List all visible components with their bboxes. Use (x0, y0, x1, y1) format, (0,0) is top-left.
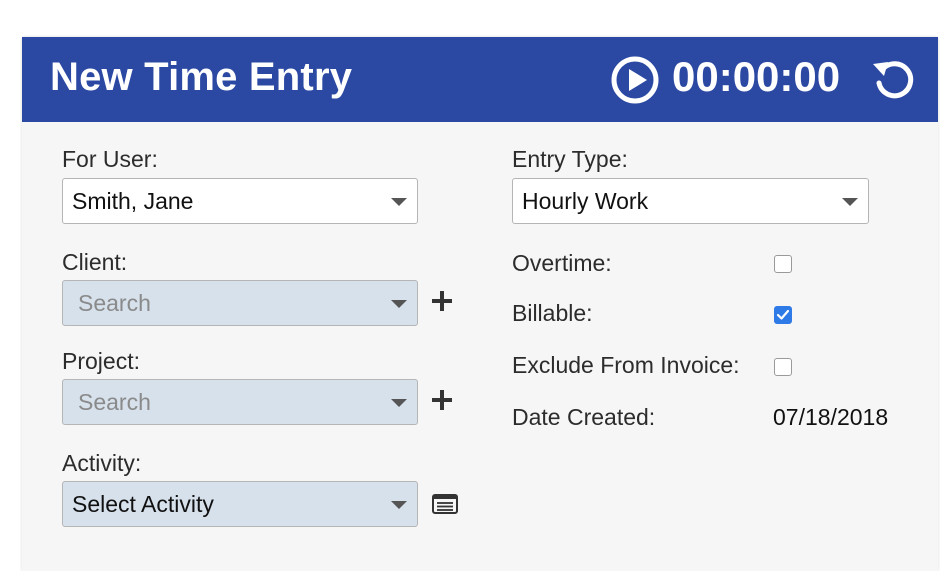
entry-type-label: Entry Type: (512, 146, 628, 172)
play-circle-icon[interactable] (610, 55, 660, 105)
date-created-value: 07/18/2018 (773, 404, 889, 430)
client-select-placeholder: Search (78, 290, 151, 316)
chevron-down-icon (391, 399, 407, 407)
billable-checkbox[interactable] (774, 306, 792, 324)
overtime-label: Overtime: (512, 250, 612, 276)
chevron-down-icon (391, 198, 407, 206)
add-project-icon[interactable] (432, 390, 452, 410)
billable-label: Billable: (512, 300, 593, 326)
timer-display: 00:00:00 (672, 53, 841, 100)
activity-list-icon[interactable] (432, 494, 458, 514)
reset-icon[interactable] (870, 56, 916, 102)
exclude-invoice-checkbox[interactable] (774, 358, 792, 376)
activity-label: Activity: (62, 450, 142, 476)
client-label: Client: (62, 249, 128, 275)
entry-type-select-value: Hourly Work (522, 188, 649, 214)
chevron-down-icon (391, 300, 407, 308)
page-title: New Time Entry (50, 55, 353, 99)
date-created-label: Date Created: (512, 404, 656, 430)
client-select[interactable]: Search (62, 280, 418, 326)
activity-select[interactable]: Select Activity (62, 481, 418, 527)
activity-select-value: Select Activity (72, 491, 214, 517)
chevron-down-icon (842, 198, 858, 206)
exclude-invoice-label: Exclude From Invoice: (512, 352, 740, 378)
user-label: For User: (62, 146, 158, 172)
entry-type-select[interactable]: Hourly Work (512, 178, 869, 224)
project-select-placeholder: Search (78, 389, 151, 415)
overtime-checkbox[interactable] (774, 255, 792, 273)
time-entry-card: New Time Entry 00:00:00 For User: Smith,… (22, 37, 938, 571)
project-select[interactable]: Search (62, 379, 418, 425)
chevron-down-icon (391, 501, 407, 509)
user-select-value: Smith, Jane (72, 188, 194, 214)
header-bar: New Time Entry 00:00:00 (22, 37, 938, 122)
project-label: Project: (62, 348, 140, 374)
add-client-icon[interactable] (432, 291, 452, 311)
checkmark-icon (776, 309, 790, 320)
user-select[interactable]: Smith, Jane (62, 178, 418, 224)
